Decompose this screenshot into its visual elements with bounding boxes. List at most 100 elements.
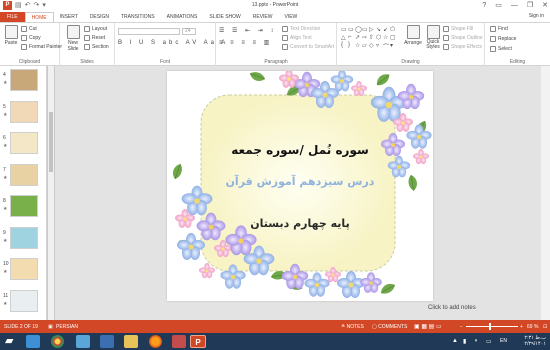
slide-thumbnail-row[interactable]: 9 ★ [0, 226, 47, 252]
section-button[interactable]: Section [84, 44, 109, 50]
telegram-icon[interactable] [26, 335, 40, 348]
slide-thumbnail[interactable] [10, 226, 38, 249]
thumbnail-scroll-thumb[interactable] [49, 112, 53, 172]
file-explorer-icon[interactable] [124, 335, 138, 348]
slide-thumbnail[interactable] [10, 100, 38, 123]
list-buttons[interactable]: ☰ ☰ ⇤ ⇥ ↕ [219, 27, 276, 34]
thumbnail-scrollbar[interactable] [48, 66, 54, 320]
cut-button[interactable]: Cut [21, 26, 37, 32]
ribbon-display-icon[interactable]: ▭ [495, 0, 502, 11]
tab-file[interactable]: FILE [0, 12, 25, 22]
slide-thumbnail-row[interactable]: 8 ★ [0, 194, 47, 220]
firefox-icon[interactable] [149, 335, 162, 348]
notes-button[interactable]: ≙ NOTES [341, 324, 364, 330]
zoom-out-icon[interactable]: − [460, 324, 463, 330]
comments-button[interactable]: ▢ COMMENTS [372, 324, 407, 330]
close-icon[interactable]: ✕ [542, 0, 548, 11]
font-name-box[interactable] [118, 28, 180, 35]
slide-thumbnail-row[interactable]: 7 ★ [0, 163, 47, 189]
tab-home[interactable]: HOME [24, 12, 54, 22]
proofing-icon[interactable]: ▣ [48, 324, 53, 330]
arrange-button[interactable]: Arrange [403, 25, 423, 46]
minimize-icon[interactable]: — [511, 0, 518, 11]
tab-design[interactable]: DESIGN [84, 12, 115, 22]
format-painter-button[interactable]: Format Painter [21, 44, 62, 50]
animation-star-icon: ★ [3, 174, 8, 181]
sign-in-link[interactable]: Sign in [529, 13, 544, 19]
layout-button[interactable]: Layout [84, 26, 107, 32]
volume-icon[interactable]: ◖ [474, 338, 478, 344]
copy-button[interactable]: Copy [21, 35, 41, 41]
tab-transitions[interactable]: TRANSITIONS [115, 12, 161, 22]
shape-outline-button[interactable]: Shape Outline [443, 35, 483, 41]
tab-animations[interactable]: ANIMATIONS [161, 12, 204, 22]
font-size-box[interactable]: 24 [182, 28, 196, 35]
start-button-icon[interactable]: ▰ [5, 335, 19, 348]
zoom-slider[interactable] [466, 326, 518, 327]
editor-scrollbar[interactable] [541, 66, 550, 320]
new-slide-button[interactable]: New Slide [64, 25, 82, 52]
current-slide[interactable]: سوره نُمل /سوره جمعه درس سیزدهم آموزش قر… [167, 71, 433, 301]
replace-icon [490, 36, 496, 42]
align-text-button[interactable]: Align Text [282, 35, 312, 41]
slide-thumbnail[interactable] [10, 132, 38, 154]
slide-thumbnail[interactable] [10, 258, 38, 280]
quick-styles-button[interactable]: Quick Styles [425, 25, 441, 50]
slide-thumbnail-row[interactable]: 4 ★ [0, 68, 47, 94]
tab-review[interactable]: REVIEW [247, 12, 279, 22]
convert-smartart-label: Convert to SmartArt [290, 44, 335, 50]
slide-thumbnail[interactable] [10, 195, 38, 217]
window-controls: ? ▭ — ❐ ✕ [482, 0, 548, 11]
slide-thumbnail-row[interactable]: 11 ★ [0, 289, 47, 315]
slide-thumbnail-row[interactable]: 6 ★ [0, 131, 47, 157]
slide-thumbnail[interactable] [10, 289, 38, 312]
window-title: 13.pptx - PowerPoint [251, 2, 299, 8]
powerpoint-taskbar-icon[interactable]: P [190, 335, 206, 348]
convert-smartart-button[interactable]: Convert to SmartArt [282, 44, 334, 50]
help-icon[interactable]: ? [482, 0, 486, 11]
chrome-icon[interactable] [51, 335, 64, 348]
text-direction-button[interactable]: Text Direction [282, 26, 320, 32]
slide-grade-text[interactable]: پایه چهارم دبستان [167, 217, 433, 230]
zoom-in-icon[interactable]: + [520, 324, 523, 330]
smartart-icon [282, 44, 288, 50]
reset-button[interactable]: Reset [84, 35, 105, 41]
tray-network-icon[interactable]: ▮ [463, 338, 466, 345]
shape-effects-button[interactable]: Shape Effects [443, 44, 482, 50]
tab-slide-show[interactable]: SLIDE SHOW [203, 12, 246, 22]
select-button[interactable]: Select [490, 46, 512, 52]
notes-placeholder[interactable]: Click to add notes [428, 305, 476, 311]
network-app-icon[interactable] [100, 335, 114, 348]
editing-group: Find Replace Select Editing [485, 23, 550, 66]
new-slide-label: New Slide [67, 40, 79, 52]
slide-thumbnail-row[interactable]: 5 ★ [0, 100, 47, 126]
media-player-icon[interactable] [76, 335, 90, 348]
tab-insert[interactable]: INSERT [54, 12, 84, 22]
restore-icon[interactable]: ❐ [527, 0, 533, 11]
input-language[interactable]: EN [500, 338, 507, 344]
zoom-slider-knob[interactable] [489, 323, 491, 330]
language-status[interactable]: PERSIAN [56, 324, 78, 330]
fit-slide-icon[interactable]: ⊡ [543, 324, 547, 330]
slide-subtitle-lesson[interactable]: درس سیزدهم آموزش قرآن [167, 175, 433, 188]
align-buttons[interactable]: ≡ ≡ ≡ ≡ ▥ [219, 39, 272, 46]
slide-thumbnail[interactable] [10, 163, 38, 186]
slide-title-surahs[interactable]: سوره نُمل /سوره جمعه [167, 143, 433, 157]
font-group-label: Font [159, 59, 170, 65]
font-format-buttons[interactable]: B I U S abc AV Aa A [118, 40, 228, 46]
pdf-reader-icon[interactable] [172, 335, 186, 348]
zoom-level[interactable]: 69 % [527, 324, 538, 330]
system-clock[interactable]: ۲:۳۱ ب.ظ ۲/۲۹/۱۴۰۱ [524, 335, 546, 347]
tray-battery-icon[interactable]: ▭ [486, 338, 492, 345]
tray-arrow-icon[interactable]: ▲ [452, 338, 458, 344]
replace-button[interactable]: Replace [490, 36, 516, 42]
paste-button[interactable]: Paste [3, 25, 19, 46]
view-buttons[interactable]: ▣ ▦ ▤ ▭ [414, 323, 442, 330]
shape-fill-button[interactable]: Shape Fill [443, 26, 473, 32]
slide-thumbnail-row[interactable]: 10 ★ [0, 257, 47, 283]
animation-star-icon: ★ [3, 269, 8, 275]
shapes-gallery[interactable]: ▭ ▭ ◯ ▭ ▷ ↘ ↙ ⬠ △ ⌐ ↗ ⇨ ⇧ ⬡ ☆ ▢ {} ☆ ▱ ◇ ▿ ⌒ ▾ [341, 26, 399, 52]
slide-thumbnail[interactable] [10, 69, 38, 91]
tab-view[interactable]: VIEW [279, 12, 304, 22]
find-button[interactable]: Find [490, 26, 508, 32]
